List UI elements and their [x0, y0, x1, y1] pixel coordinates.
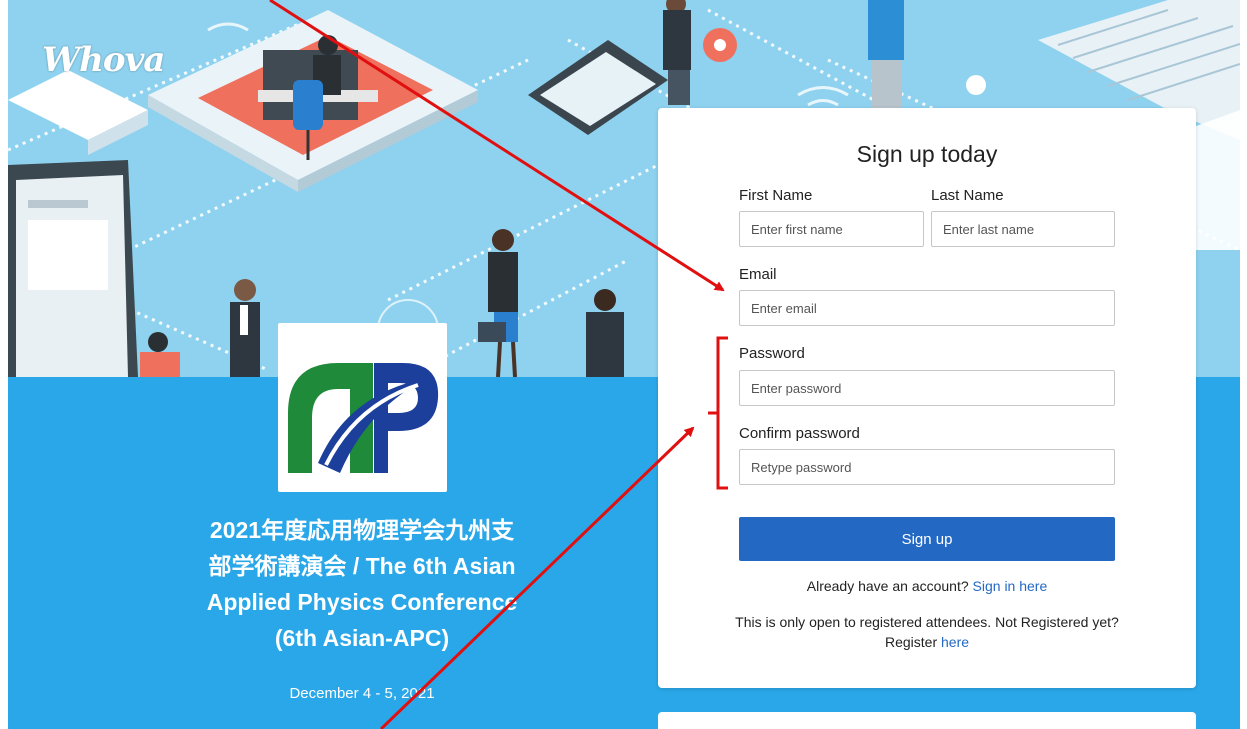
register-link[interactable]: here: [941, 634, 969, 650]
event-title-line: Applied Physics Conference: [206, 589, 518, 615]
signin-link[interactable]: Sign in here: [973, 578, 1048, 594]
event-title-line: (6th Asian-APC): [274, 625, 450, 651]
last-name-label: Last Name: [931, 187, 1004, 204]
org-logo-icon: [288, 363, 439, 473]
last-name-input[interactable]: [931, 211, 1115, 247]
registered-note-text: This is only open to registered attendee…: [735, 614, 1119, 630]
signin-prompt: Already have an account? Sign in here: [658, 576, 1196, 596]
confirm-password-label: Confirm password: [739, 425, 860, 442]
password-input[interactable]: [739, 370, 1115, 406]
first-name-label: First Name: [739, 187, 813, 204]
event-title-line: 部学術講演会 / The 6th Asian: [208, 553, 516, 579]
first-name-input[interactable]: [739, 211, 924, 247]
page: Whova 2021年度応用物理学会九州支 部学術講演会 / The 6th A…: [8, 0, 1240, 729]
event-title-line: 2021年度応用物理学会九州支: [209, 517, 515, 543]
event-logo: [278, 323, 447, 492]
already-text: Already have an account?: [806, 578, 969, 594]
whova-logo[interactable]: Whova: [42, 40, 165, 80]
signup-button[interactable]: Sign up: [739, 517, 1115, 561]
email-label: Email: [739, 266, 777, 283]
signup-card: Sign up today First Name Last Name Email…: [658, 108, 1196, 688]
event-date: December 4 - 5, 2021: [289, 685, 435, 702]
register-line: Register here: [658, 632, 1196, 652]
register-text: Register: [884, 634, 938, 650]
secondary-card: [658, 712, 1196, 729]
signup-heading: Sign up today: [856, 141, 998, 167]
password-label: Password: [739, 345, 805, 362]
registration-note: This is only open to registered attendee…: [658, 612, 1196, 652]
email-input[interactable]: [739, 290, 1115, 326]
event-title: 2021年度応用物理学会九州支 部学術講演会 / The 6th Asian A…: [163, 512, 561, 656]
confirm-password-input[interactable]: [739, 449, 1115, 485]
